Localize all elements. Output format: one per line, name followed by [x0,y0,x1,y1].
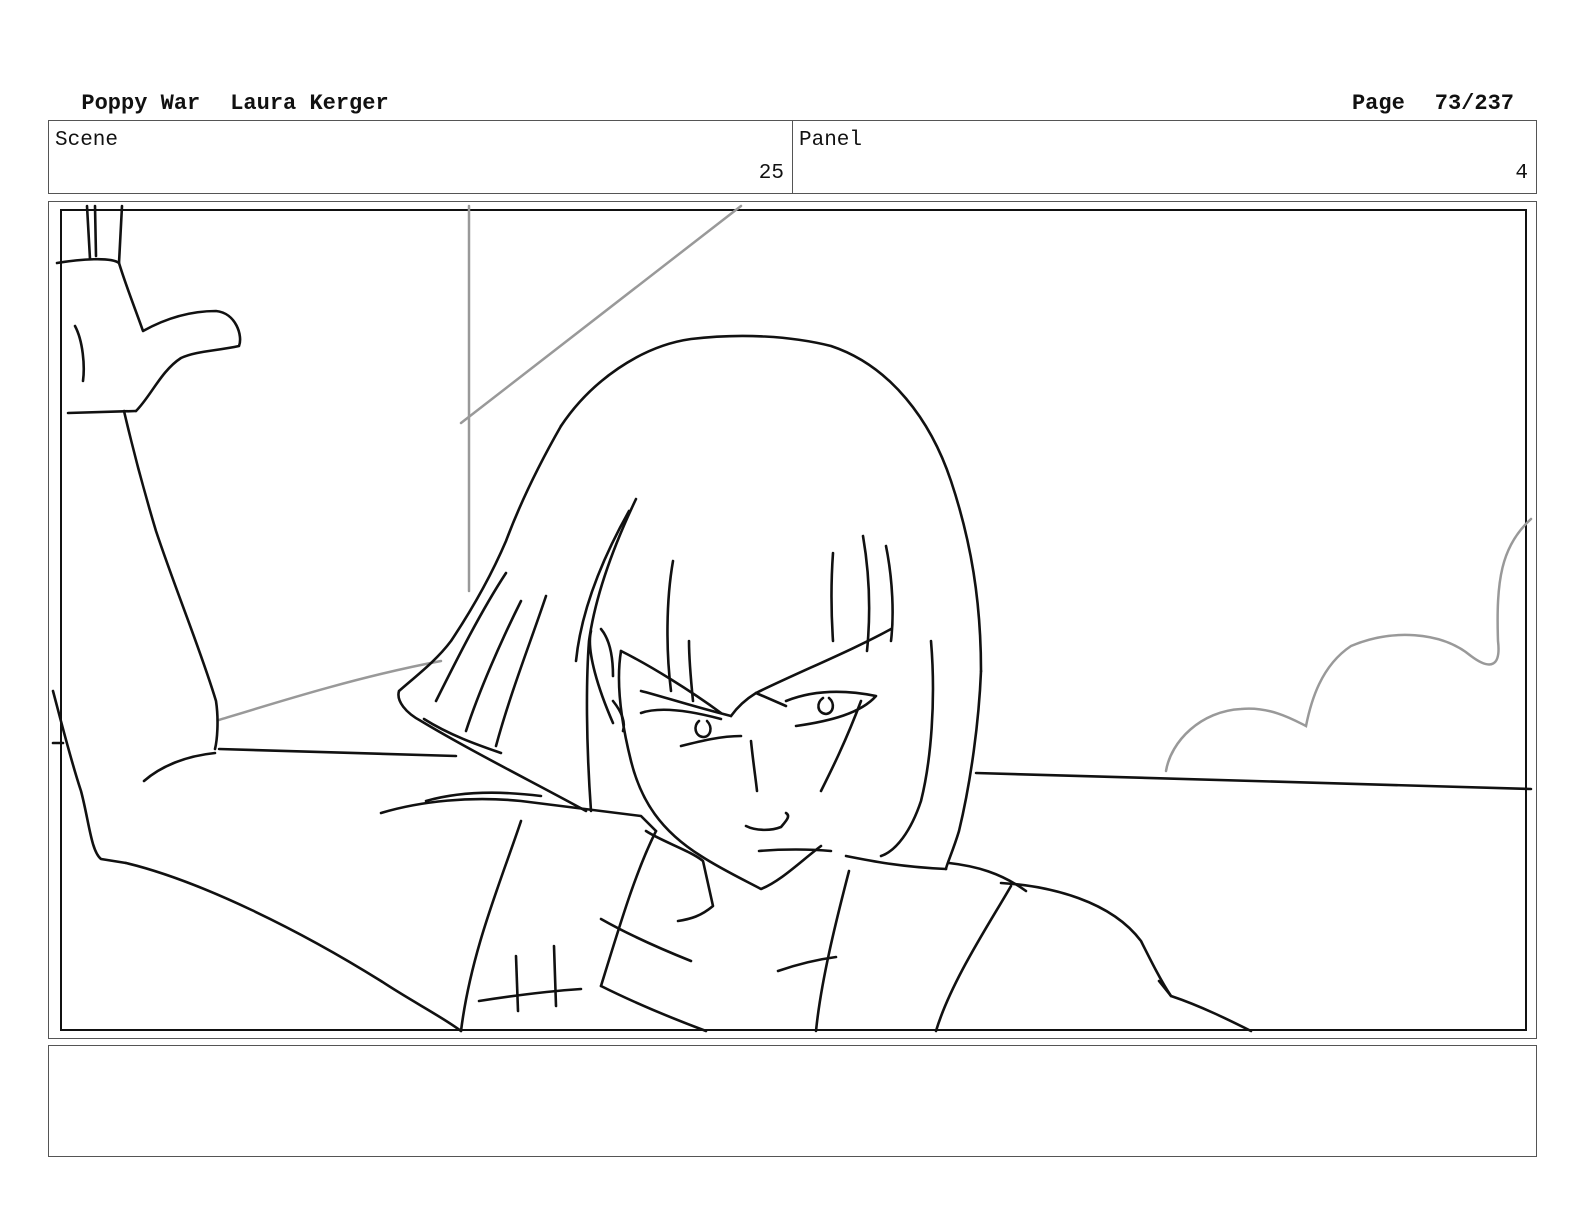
scene-cell: Scene 25 [49,121,792,193]
page-indicator: Page 73/237 [1326,66,1514,116]
panel-notes-box [48,1045,1537,1157]
project-title: Poppy War [81,91,201,116]
scene-number: 25 [758,162,784,185]
document-title-bar: Poppy War Laura Kerger [55,66,389,116]
storyboard-frame [48,201,1537,1039]
page-number: 73/237 [1434,91,1514,116]
background-lines [217,204,1533,773]
scene-panel-info: Scene 25 Panel 4 [48,120,1537,194]
panel-label: Panel [799,129,863,152]
panel-cell: Panel 4 [792,121,1536,193]
storyboard-sketch [51,204,1533,1033]
panel-number: 4 [1515,162,1528,185]
author-name: Laura Kerger [230,91,389,116]
character-sketch [51,204,1533,1033]
scene-label: Scene [55,129,119,152]
page-label: Page [1351,91,1405,116]
